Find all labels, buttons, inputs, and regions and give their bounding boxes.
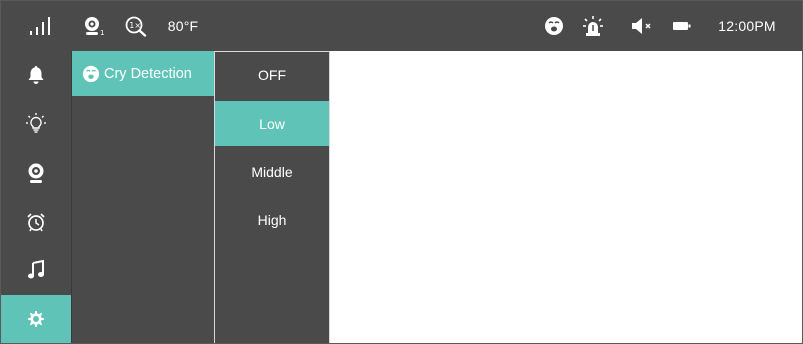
svg-text:1: 1 bbox=[100, 29, 104, 37]
option-off[interactable]: OFF bbox=[215, 52, 329, 97]
option-low[interactable]: Low bbox=[215, 101, 329, 146]
light-bulb-icon bbox=[26, 113, 46, 133]
gear-icon bbox=[28, 311, 44, 327]
nav-item-bell[interactable] bbox=[1, 51, 71, 99]
nav-item-camera[interactable] bbox=[1, 149, 71, 197]
status-bar: 1 1× 80°F 12:00PM bbox=[1, 1, 802, 51]
camera-1-icon: 1 bbox=[81, 1, 107, 51]
nav-item-light[interactable] bbox=[1, 99, 71, 147]
time-text: 12:00PM bbox=[718, 18, 776, 34]
main-nav bbox=[1, 51, 71, 343]
bell-icon bbox=[28, 66, 44, 84]
temperature-text: 80°F bbox=[167, 18, 199, 34]
svg-text:1×: 1× bbox=[129, 21, 141, 30]
device-screen: 1 1× 80°F 12:00PM Cry Detection OFF Low … bbox=[0, 0, 803, 344]
content-area bbox=[330, 51, 802, 343]
settings-menu: Cry Detection bbox=[71, 51, 214, 343]
nav-item-alarm[interactable] bbox=[1, 198, 71, 246]
camera-icon bbox=[28, 163, 44, 183]
cry-face-icon bbox=[82, 65, 100, 82]
cry-face-icon bbox=[543, 1, 565, 51]
alarm-clock-icon bbox=[27, 213, 45, 232]
menu-item-cry-detection[interactable]: Cry Detection bbox=[72, 51, 214, 96]
sensitivity-options: OFF Low Middle High bbox=[214, 51, 330, 343]
menu-item-label: Cry Detection bbox=[104, 65, 192, 82]
battery-icon bbox=[671, 1, 693, 51]
nav-item-settings[interactable] bbox=[1, 295, 71, 343]
nav-item-music[interactable] bbox=[1, 246, 71, 294]
music-note-icon bbox=[28, 260, 44, 279]
clock: 12:00PM bbox=[707, 1, 787, 51]
alarm-light-icon bbox=[581, 1, 605, 51]
option-high[interactable]: High bbox=[215, 197, 329, 242]
temperature-readout: 80°F bbox=[162, 1, 204, 51]
zoom-1x-icon: 1× bbox=[123, 1, 149, 51]
mute-icon bbox=[629, 1, 655, 51]
option-middle[interactable]: Middle bbox=[215, 149, 329, 194]
signal-icon bbox=[25, 1, 55, 51]
